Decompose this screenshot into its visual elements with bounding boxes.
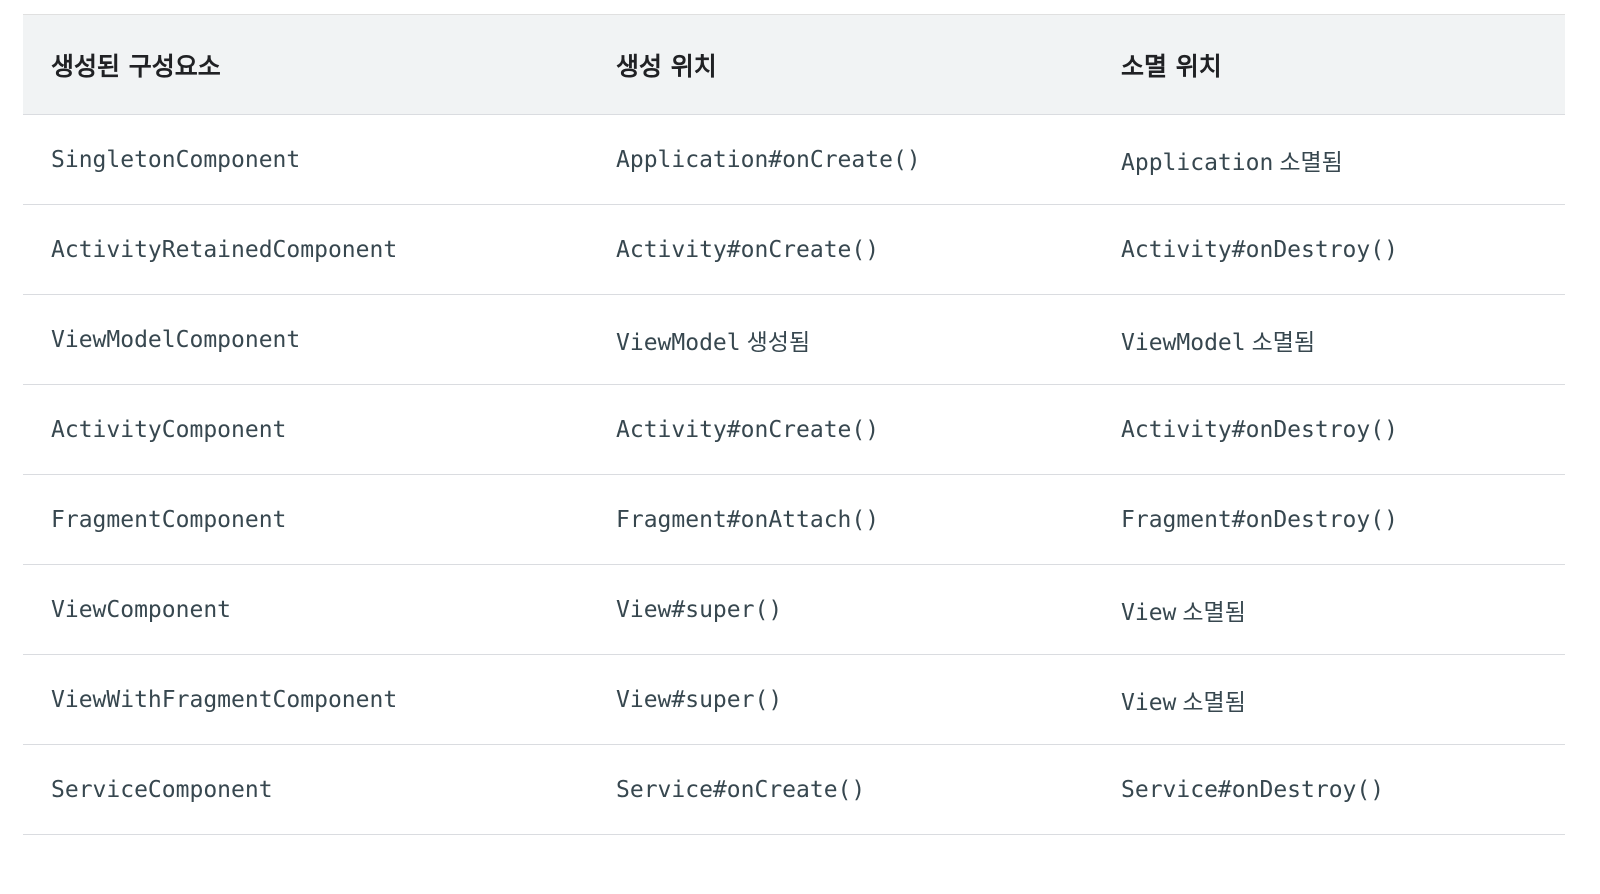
header-generated-component: 생성된 구성요소 xyxy=(23,14,588,115)
component-lifetime-table: 생성된 구성요소 생성 위치 소멸 위치 SingletonComponent … xyxy=(23,14,1565,835)
created-cell: Fragment#onAttach() xyxy=(588,474,1093,565)
component-cell: ViewWithFragmentComponent xyxy=(23,654,588,745)
created-cell: Activity#onCreate() xyxy=(588,204,1093,295)
component-name: ViewWithFragmentComponent xyxy=(51,686,398,713)
destroyed-cell: Activity#onDestroy() xyxy=(1093,384,1565,475)
destroyed-code: Activity#onDestroy() xyxy=(1121,416,1398,443)
destroyed-text: 소멸됨 xyxy=(1182,599,1246,626)
created-code: Service#onCreate() xyxy=(616,776,866,803)
destroyed-code: Activity#onDestroy() xyxy=(1121,236,1398,263)
destroyed-code: View xyxy=(1121,689,1177,716)
destroyed-text: 소멸됨 xyxy=(1279,149,1343,176)
destroyed-cell: Application 소멸됨 xyxy=(1093,114,1565,205)
created-cell: View#super() xyxy=(588,564,1093,655)
created-cell: Activity#onCreate() xyxy=(588,384,1093,475)
component-name: ViewComponent xyxy=(51,596,232,623)
table-row: ServiceComponent Service#onCreate() Serv… xyxy=(23,744,1565,835)
created-code: Fragment#onAttach() xyxy=(616,506,880,533)
created-cell: Service#onCreate() xyxy=(588,744,1093,835)
destroyed-text: 소멸됨 xyxy=(1251,329,1316,356)
table-body: SingletonComponent Application#onCreate(… xyxy=(23,114,1565,835)
component-lifetime-table-wrapper: 생성된 구성요소 생성 위치 소멸 위치 SingletonComponent … xyxy=(23,14,1565,835)
component-name: FragmentComponent xyxy=(51,506,287,533)
created-text: 생성됨 xyxy=(746,329,811,356)
destroyed-code: Service#onDestroy() xyxy=(1121,776,1385,803)
component-cell: ActivityRetainedComponent xyxy=(23,204,588,295)
component-cell: SingletonComponent xyxy=(23,114,588,205)
table-row: ViewComponent View#super() View 소멸됨 xyxy=(23,564,1565,655)
destroyed-code: View xyxy=(1121,599,1177,626)
component-name: ActivityComponent xyxy=(51,416,287,443)
created-code: Activity#onCreate() xyxy=(616,416,880,443)
destroyed-cell: Activity#onDestroy() xyxy=(1093,204,1565,295)
created-cell: Application#onCreate() xyxy=(588,114,1093,205)
destroyed-cell: Fragment#onDestroy() xyxy=(1093,474,1565,565)
table-row: FragmentComponent Fragment#onAttach() Fr… xyxy=(23,474,1565,565)
table-row: ActivityRetainedComponent Activity#onCre… xyxy=(23,204,1565,295)
component-name: ViewModelComponent xyxy=(51,326,301,353)
destroyed-cell: View 소멸됨 xyxy=(1093,654,1565,745)
destroyed-cell: View 소멸됨 xyxy=(1093,564,1565,655)
created-code: Application#onCreate() xyxy=(616,146,921,173)
destroyed-code: Fragment#onDestroy() xyxy=(1121,506,1398,533)
component-name: ServiceComponent xyxy=(51,776,273,803)
destroyed-text: 소멸됨 xyxy=(1182,689,1246,716)
destroyed-cell: ViewModel 소멸됨 xyxy=(1093,294,1565,385)
table-header-row: 생성된 구성요소 생성 위치 소멸 위치 xyxy=(23,14,1565,115)
header-destroyed-at: 소멸 위치 xyxy=(1093,14,1565,115)
component-name: ActivityRetainedComponent xyxy=(51,236,398,263)
component-cell: ServiceComponent xyxy=(23,744,588,835)
destroyed-code: ViewModel xyxy=(1121,329,1246,356)
created-code: Activity#onCreate() xyxy=(616,236,880,263)
created-code: View#super() xyxy=(616,686,783,713)
created-cell: View#super() xyxy=(588,654,1093,745)
component-cell: FragmentComponent xyxy=(23,474,588,565)
created-code: View#super() xyxy=(616,596,783,623)
created-code: ViewModel xyxy=(616,329,741,356)
table-row: ViewWithFragmentComponent View#super() V… xyxy=(23,654,1565,745)
header-created-at: 생성 위치 xyxy=(588,14,1093,115)
table-row: ViewModelComponent ViewModel 생성됨 ViewMode… xyxy=(23,294,1565,385)
created-cell: ViewModel 생성됨 xyxy=(588,294,1093,385)
destroyed-code: Application xyxy=(1121,149,1274,176)
component-cell: ViewComponent xyxy=(23,564,588,655)
component-name: SingletonComponent xyxy=(51,146,301,173)
table-header: 생성된 구성요소 생성 위치 소멸 위치 xyxy=(23,14,1565,115)
table-row: ActivityComponent Activity#onCreate() Ac… xyxy=(23,384,1565,475)
table-row: SingletonComponent Application#onCreate(… xyxy=(23,114,1565,205)
component-cell: ViewModelComponent xyxy=(23,294,588,385)
component-cell: ActivityComponent xyxy=(23,384,588,475)
destroyed-cell: Service#onDestroy() xyxy=(1093,744,1565,835)
